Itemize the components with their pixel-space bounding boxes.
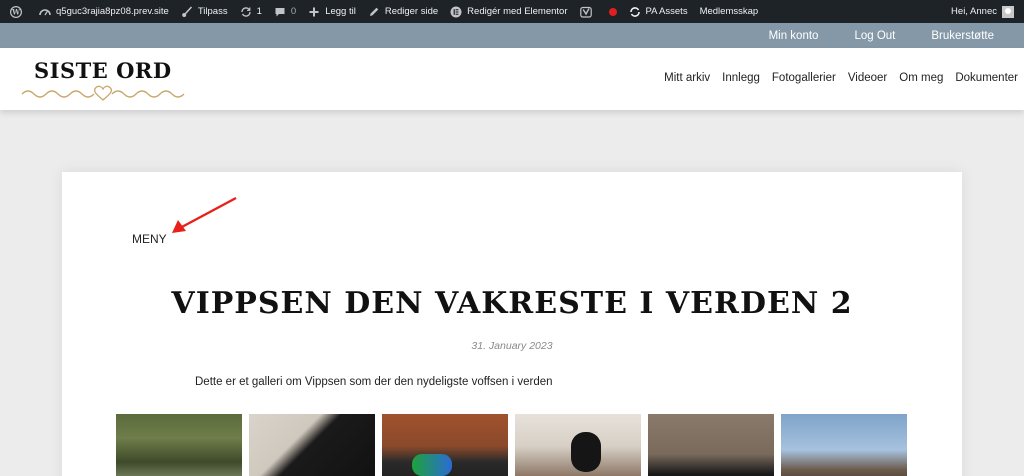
gallery-thumbnail[interactable]: [382, 414, 508, 476]
nav-item-mitt-arkiv[interactable]: Mitt arkiv: [664, 72, 710, 84]
site-logo[interactable]: SISTE ORD: [20, 54, 186, 104]
dashboard-icon: [39, 6, 51, 18]
updates-count: 1: [256, 6, 262, 17]
site-name-label: q5guc3rajia8pz08.prev.site: [56, 6, 169, 17]
my-account-menu[interactable]: Hei, Annec: [945, 0, 1020, 23]
site-name-link[interactable]: q5guc3rajia8pz08.prev.site: [33, 0, 175, 23]
customize-link[interactable]: Tilpass: [175, 0, 234, 23]
brush-icon: [181, 5, 193, 18]
menu-toggle[interactable]: MENY: [132, 232, 167, 246]
utility-bar: Min konto Log Out Brukerstøtte: [0, 23, 1024, 48]
plus-icon: [308, 6, 320, 18]
seo-status-indicator[interactable]: [603, 0, 623, 23]
nav-item-dokumenter[interactable]: Dokumenter: [955, 72, 1018, 84]
logo-text: SISTE ORD: [34, 58, 172, 83]
nav-item-innlegg[interactable]: Innlegg: [722, 72, 760, 84]
my-account-link[interactable]: Min konto: [769, 30, 819, 42]
gallery-thumbnail[interactable]: [781, 414, 907, 476]
sync-icon: [629, 6, 641, 18]
avatar: [1002, 5, 1014, 18]
red-arrow-annotation: [172, 196, 237, 233]
add-new-link[interactable]: Legg til: [302, 0, 362, 23]
updates-link[interactable]: 1: [234, 0, 268, 23]
yoast-icon: [579, 6, 592, 18]
membership-label: Medlemsskap: [699, 6, 759, 17]
main-navigation: Mitt arkiv Innlegg Fotogallerier Videoer…: [652, 72, 1018, 84]
admin-bar: W q5guc3rajia8pz08.prev.site Tilpass 1 0…: [0, 0, 1024, 23]
pencil-icon: [368, 6, 380, 18]
comment-icon: [274, 6, 286, 18]
edit-page-link[interactable]: Rediger side: [362, 0, 444, 23]
comments-link[interactable]: 0: [268, 0, 302, 23]
red-dot-icon: [608, 7, 617, 16]
elementor-icon: [450, 6, 462, 18]
gallery-thumbnail[interactable]: [648, 414, 774, 476]
wordpress-logo-menu[interactable]: W: [4, 0, 33, 23]
comments-count: 0: [290, 6, 297, 17]
edit-with-elementor-label: Redigér med Elementor: [467, 6, 568, 17]
post-excerpt: Dette er et galleri om Vippsen som der d…: [195, 376, 553, 388]
photo-gallery: [116, 414, 907, 476]
gallery-thumbnail[interactable]: [515, 414, 641, 476]
pa-assets-link[interactable]: PA Assets: [623, 0, 694, 23]
gallery-thumbnail[interactable]: [249, 414, 375, 476]
site-header: SISTE ORD Mitt arkiv Innlegg Fotogalleri…: [0, 48, 1024, 110]
post-card: MENY VIPPSEN DEN VAKRESTE I VERDEN 2 31.…: [62, 172, 962, 476]
gallery-thumbnail[interactable]: [116, 414, 242, 476]
customize-label: Tilpass: [197, 6, 228, 17]
refresh-icon: [240, 6, 252, 18]
nav-item-videoer[interactable]: Videoer: [848, 72, 887, 84]
nav-item-om-meg[interactable]: Om meg: [899, 72, 943, 84]
yoast-seo-menu[interactable]: [574, 0, 603, 23]
add-new-label: Legg til: [325, 6, 356, 17]
edit-page-label: Rediger side: [384, 6, 439, 17]
membership-link[interactable]: Medlemsskap: [694, 0, 765, 23]
post-date: 31. January 2023: [471, 340, 553, 352]
user-support-link[interactable]: Brukerstøtte: [931, 30, 994, 42]
log-out-link[interactable]: Log Out: [854, 30, 895, 42]
svg-text:W: W: [11, 7, 20, 16]
nav-item-fotogallerier[interactable]: Fotogallerier: [772, 72, 836, 84]
edit-with-elementor-link[interactable]: Redigér med Elementor: [444, 0, 573, 23]
wordpress-icon: W: [10, 5, 22, 18]
heart-squiggle-icon: [21, 85, 185, 101]
pa-assets-label: PA Assets: [645, 6, 688, 17]
post-title: VIPPSEN DEN VAKRESTE I VERDEN 2: [171, 286, 853, 321]
greeting-label: Hei, Annec: [951, 6, 997, 17]
